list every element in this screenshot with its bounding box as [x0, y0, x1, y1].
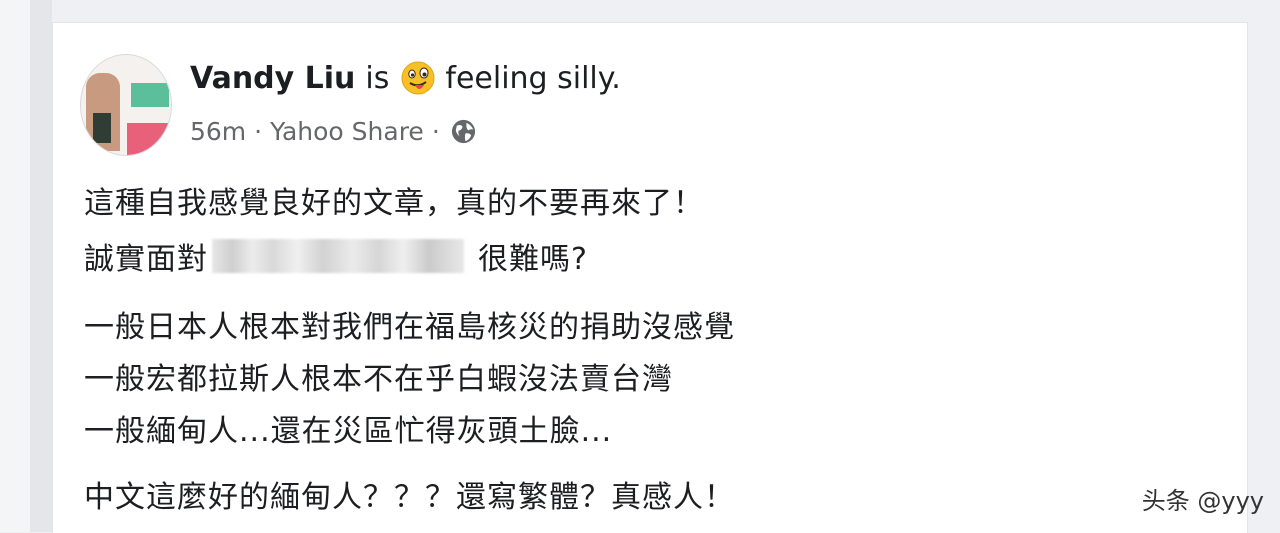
- post-line-1: 這種自我感覺良好的文章，真的不要再來了！: [84, 186, 704, 221]
- post-line-2-start: 誠實面對: [84, 242, 208, 277]
- post-source[interactable]: Yahoo Share: [270, 117, 424, 146]
- author-name[interactable]: Vandy Liu: [190, 61, 355, 96]
- redacted-blur: [212, 239, 464, 273]
- globe-icon[interactable]: [450, 118, 477, 145]
- post-line-2-end: 很難嗎?: [478, 242, 588, 277]
- avatar[interactable]: [80, 54, 172, 156]
- verb-text: is: [365, 60, 390, 96]
- left-rail: [30, 0, 52, 532]
- post-meta: 56m · Yahoo Share ·: [190, 112, 477, 150]
- meta-separator: ·: [431, 116, 440, 146]
- silly-face-emoji-icon: [401, 61, 435, 95]
- watermark: 头条 @yyy: [1141, 486, 1264, 515]
- post-time[interactable]: 56m: [190, 117, 246, 146]
- post-line-6: 中文這麼好的緬甸人？？？還寫繁體？真感人！: [84, 480, 735, 515]
- post-line-4: 一般宏都拉斯人根本不在乎白蝦沒法賣台灣: [84, 362, 673, 397]
- feeling-text[interactable]: feeling silly.: [445, 61, 620, 96]
- post-card: [52, 22, 1248, 533]
- left-gutter: [0, 0, 30, 532]
- post-line-3: 一般日本人根本對我們在福島核災的捐助沒感覺: [84, 310, 735, 345]
- post-header: Vandy Liu is feeling silly.: [190, 58, 621, 98]
- post-line-5: 一般緬甸人...還在災區忙得灰頭土臉...: [84, 414, 613, 449]
- post-line-2: 誠實面對 很難嗎?: [84, 236, 588, 277]
- meta-separator: ·: [254, 116, 263, 146]
